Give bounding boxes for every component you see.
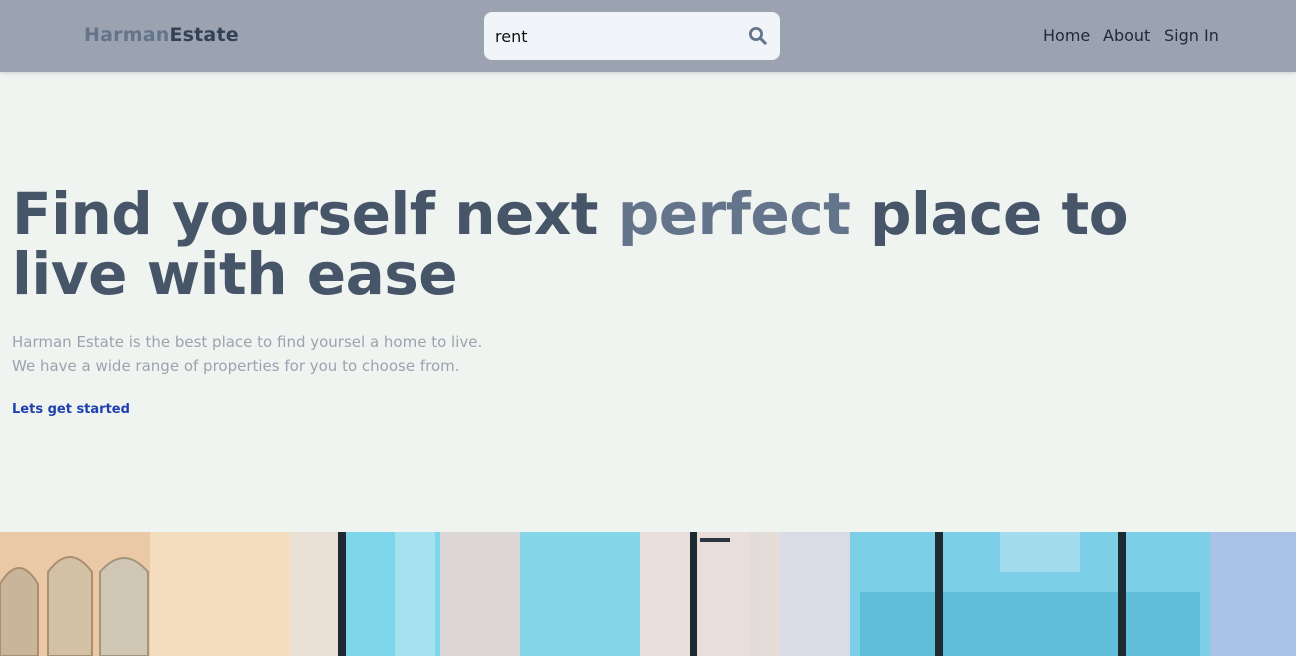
logo-text-estate: Estate: [169, 24, 239, 46]
hero-description-line1: Harman Estate is the best place to find …: [12, 333, 483, 351]
site-logo[interactable]: HarmanEstate: [84, 24, 239, 46]
search-input[interactable]: [495, 24, 735, 48]
search-icon[interactable]: [748, 26, 768, 46]
nav-about[interactable]: About: [1103, 26, 1150, 45]
hero-description: Harman Estate is the best place to find …: [12, 330, 482, 378]
get-started-link[interactable]: Lets get started: [12, 402, 130, 417]
hero-heading: Find yourself next perfect place to live…: [12, 184, 1212, 304]
nav-sign-in[interactable]: Sign In: [1164, 26, 1219, 45]
living-room-photo-art: [0, 532, 1296, 656]
search-form: [484, 12, 780, 60]
hero-heading-accent: perfect: [617, 180, 851, 248]
living-room-photo: [0, 532, 1296, 656]
hero-heading-part1: Find yourself next: [12, 180, 618, 248]
logo-text-harman: Harman: [84, 24, 170, 46]
hero-description-line2: We have a wide range of properties for y…: [12, 357, 460, 375]
nav-home[interactable]: Home: [1043, 26, 1090, 45]
top-navbar: HarmanEstate Home About Sign In: [0, 0, 1296, 72]
